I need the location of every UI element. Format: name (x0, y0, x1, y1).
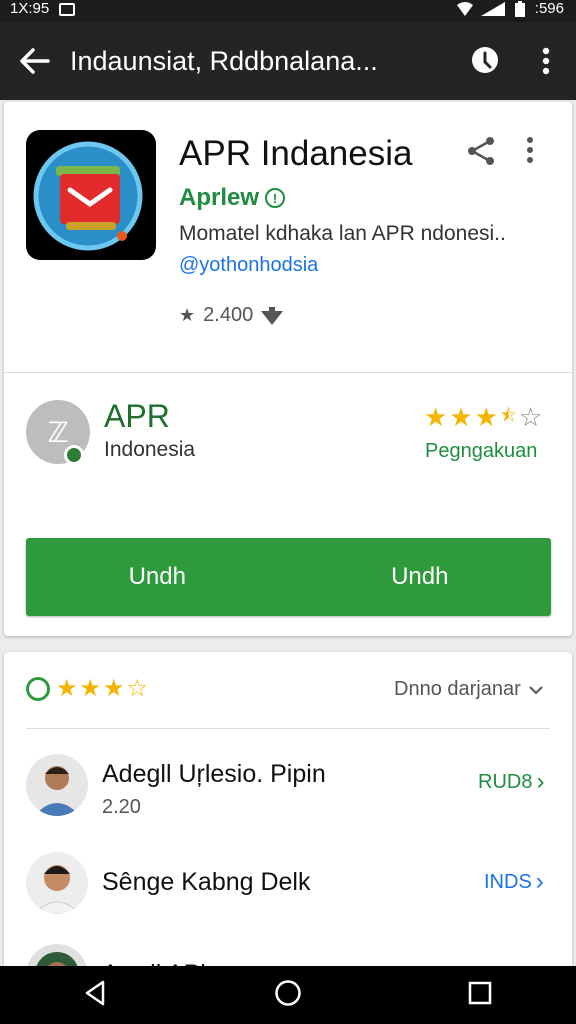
sort-label: Dnno darjanar (394, 678, 521, 700)
chevron-down-icon (529, 685, 543, 694)
review-item[interactable]: Adegll Uŗlesio. Pipin 2.20 RUD8 › (4, 746, 572, 836)
nav-back-button[interactable] (83, 980, 109, 1011)
reviews-divider (26, 728, 550, 729)
star-filled-icon: ★ (449, 402, 473, 432)
reviews-card: ★ ★ ★ ☆ Dnno darjanar Adegll Uŗlesio. P… (4, 652, 572, 982)
rating-circle-icon (26, 676, 50, 701)
more-vertical-icon (527, 137, 533, 163)
search-icon (472, 47, 498, 73)
search-button[interactable] (456, 46, 516, 76)
chevron-right-icon: › (535, 868, 544, 895)
verified-badge-icon: ! (265, 188, 286, 208)
download-stats: ★ 2.400 (179, 304, 284, 327)
wifi-icon (456, 1, 473, 16)
status-right-text: :596 (534, 0, 564, 17)
star-half-icon: ⯪ (499, 404, 517, 425)
app-name: APR Indanesia (179, 134, 413, 173)
overflow-menu-button[interactable] (516, 47, 576, 75)
developer-name: Aprlew (179, 184, 260, 211)
download-arrow-icon (261, 306, 284, 325)
publisher-name: APR (104, 398, 170, 434)
section-divider (4, 372, 572, 373)
install-label-left: Undh (128, 563, 186, 590)
page-title: Indaunsiat, Rddbnalana... (70, 45, 378, 76)
install-button[interactable]: Undh Undh (26, 538, 551, 616)
more-vertical-icon (542, 47, 550, 75)
review-action-link[interactable]: INDS › (484, 868, 544, 896)
back-button[interactable] (0, 48, 70, 74)
star-small-icon: ★ (179, 305, 196, 325)
triangle-back-icon (85, 980, 104, 1005)
publisher-subtitle: Indonesia (104, 438, 196, 461)
reviews-rating: ★ ★ ★ ☆ (26, 674, 148, 703)
reviewer-name: Adegll Uŗlesio. Pipin (102, 760, 326, 788)
share-icon (468, 137, 494, 165)
app-details-card: APR Indanesia Aprlew ! Momatel kdhaka la… (4, 102, 572, 636)
star-filled-icon: ★ (474, 402, 498, 432)
app-bar: Indaunsiat, Rddbnalana... (0, 22, 576, 100)
square-recents-icon (469, 981, 492, 1004)
reviewer-avatar (26, 852, 88, 914)
battery-icon (514, 0, 525, 17)
reviewer-avatar (26, 754, 88, 816)
download-count: 2.400 (203, 304, 254, 326)
star-filled-icon: ★ (79, 675, 102, 702)
circle-home-icon (275, 979, 301, 1006)
star-empty-icon: ☆ (518, 402, 543, 432)
nav-recents-button[interactable] (467, 980, 493, 1011)
status-time: 1X:95 (10, 0, 50, 17)
signal-icon (480, 1, 505, 16)
star-filled-icon: ★ (424, 402, 448, 432)
star-empty-icon: ☆ (126, 675, 149, 702)
nav-home-button[interactable] (274, 979, 302, 1012)
review-action-label: RUD8 (478, 770, 533, 793)
star-filled-icon: ★ (103, 675, 125, 702)
app-handle-link[interactable]: @yothonhodsia (179, 254, 318, 277)
review-meta: 2.20 (102, 796, 141, 818)
publisher-logo-icon: ℤ (47, 416, 69, 448)
app-icon[interactable] (26, 130, 156, 260)
arrow-left-icon (20, 48, 50, 74)
chevron-right-icon: › (536, 768, 545, 795)
app-more-button[interactable] (526, 136, 556, 172)
review-action-link[interactable]: RUD8 › (478, 768, 544, 796)
star-filled-icon: ★ (56, 675, 78, 702)
reviewer-name: Sênge Kabng Delk (102, 868, 311, 896)
app-description: Momatel kdhaka lan APR ndonesi.. (179, 222, 506, 245)
share-button[interactable] (466, 136, 502, 172)
status-bar: 1X:95 :596 (0, 0, 576, 22)
notification-icon (59, 3, 76, 16)
review-action-label: INDS (484, 870, 532, 893)
review-item[interactable]: Sênge Kabng Delk INDS › (4, 848, 572, 938)
mail-app-icon (33, 141, 143, 251)
online-status-dot (64, 445, 84, 465)
rating-label-link[interactable]: Pegngakuan (425, 440, 537, 463)
publisher-rating-stars: ★ ★ ★ ⯪ ☆ (424, 402, 542, 433)
install-label-right: Undh (391, 563, 449, 590)
sort-dropdown[interactable]: Dnno darjanar (394, 678, 543, 701)
developer-link[interactable]: Aprlew ! (179, 184, 286, 212)
system-nav-bar (0, 966, 576, 1024)
